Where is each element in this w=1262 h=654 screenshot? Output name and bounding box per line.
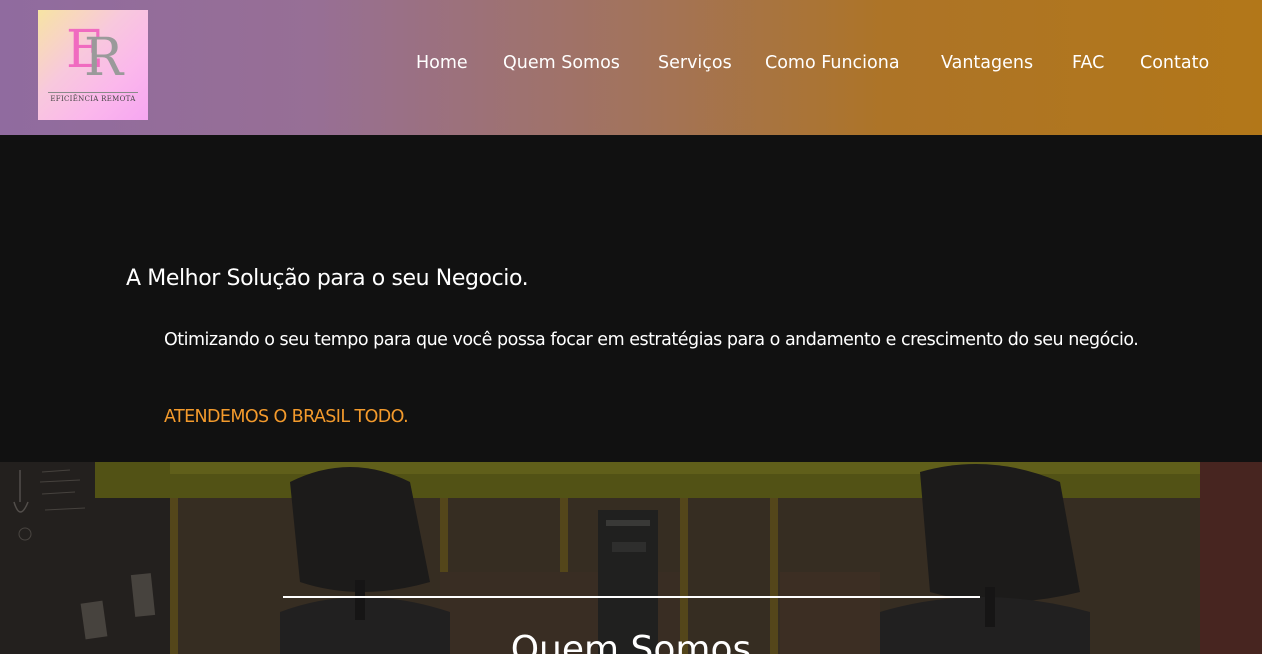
hero-title: A Melhor Solução para o seu Negocio. (126, 266, 529, 291)
nav-item-como-funciona[interactable]: Como Funciona (765, 50, 900, 76)
logo-caption: EFICIÊNCIA REMOTA (50, 95, 136, 103)
nav-item-home[interactable]: Home (416, 50, 468, 76)
hero-highlight: ATENDEMOS O BRASIL TODO. (164, 407, 409, 427)
main-nav: Home Quem Somos Serviços Como Funciona V… (0, 50, 1262, 76)
hero-section: A Melhor Solução para o seu Negocio. Oti… (0, 135, 1262, 462)
nav-item-vantagens[interactable]: Vantagens (941, 50, 1033, 76)
nav-item-quem-somos[interactable]: Quem Somos (503, 50, 620, 76)
about-heading: Quem Somos (510, 629, 752, 654)
office-background-image (0, 462, 1262, 654)
section-divider (283, 596, 980, 598)
nav-item-fac[interactable]: FAC (1072, 50, 1104, 76)
about-section: Quem Somos (0, 462, 1262, 654)
nav-item-servicos[interactable]: Serviços (658, 50, 732, 76)
logo-divider (48, 92, 138, 93)
site-header: E R EFICIÊNCIA REMOTA Home Quem Somos Se… (0, 0, 1262, 135)
nav-item-contato[interactable]: Contato (1140, 50, 1209, 76)
hero-description: Otimizando o seu tempo para que você pos… (164, 330, 1139, 350)
